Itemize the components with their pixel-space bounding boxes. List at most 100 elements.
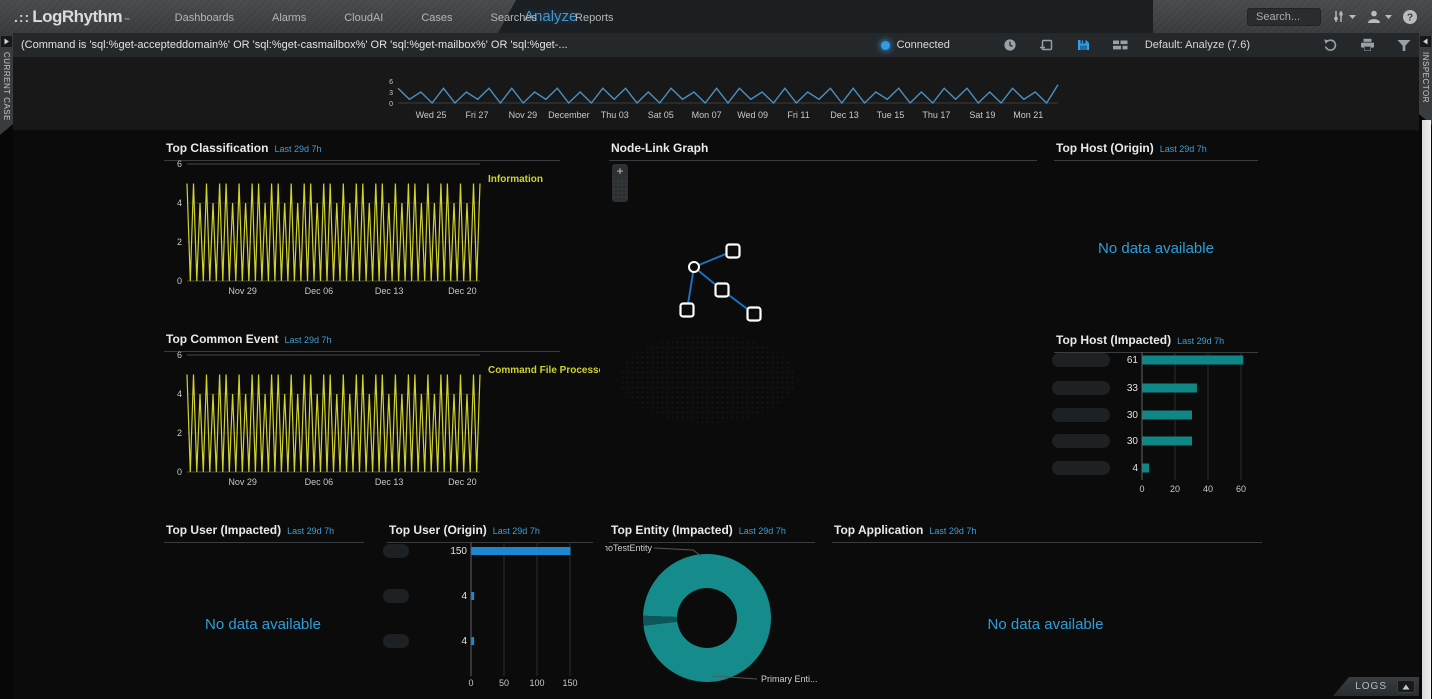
- svg-text:Fri 11: Fri 11: [787, 110, 809, 120]
- widget-range-label: Last 29d 7h: [287, 526, 334, 536]
- add-tab-icon[interactable]: [1039, 38, 1054, 52]
- widget-top-host-origin: Top Host (Origin) Last 29d 7h No data av…: [1050, 138, 1262, 328]
- expand-current-case-button[interactable]: [1, 36, 12, 47]
- svg-text:Nov 29: Nov 29: [228, 286, 257, 296]
- user-menu-icon[interactable]: [1366, 9, 1392, 24]
- widget-top-application: Top Application Last 29d 7h No data avai…: [828, 520, 1263, 698]
- current-case-tab[interactable]: CURRENT CASE: [0, 33, 13, 135]
- widget-top-user-impacted: Top User (Impacted) Last 29d 7h No data …: [160, 520, 366, 698]
- logrhythm-logo: .:: LogRhythm ™: [14, 7, 130, 27]
- svg-text:Fri 27: Fri 27: [465, 110, 488, 120]
- nav-item-dashboards[interactable]: Dashboards: [156, 12, 253, 24]
- svg-text:Sat 19: Sat 19: [969, 110, 995, 120]
- svg-text:Dec 06: Dec 06: [305, 286, 334, 296]
- svg-text:Nov 29: Nov 29: [228, 477, 257, 487]
- svg-text:Dec 06: Dec 06: [305, 477, 334, 487]
- entity-impacted-donut-chart[interactable]: EchoTestEntityPrimary Enti...: [605, 532, 817, 698]
- no-data-message: No data available: [160, 550, 366, 698]
- widget-top-classification: Top Classification Last 29d 7h 6 4 2 0 Nov 2…: [160, 138, 600, 323]
- nav-menu: DashboardsAlarmsCloudAICasesSearchesRepo…: [156, 8, 633, 26]
- nav-item-searches[interactable]: Searches: [472, 12, 556, 24]
- svg-text:Mon 21: Mon 21: [1013, 110, 1043, 120]
- logo-mark-icon: .::: [14, 9, 30, 25]
- nav-item-cases[interactable]: Cases: [402, 12, 471, 24]
- svg-text:Wed 25: Wed 25: [416, 110, 447, 120]
- print-icon[interactable]: [1360, 38, 1375, 52]
- svg-text:Dec 20: Dec 20: [448, 286, 477, 296]
- svg-text:2: 2: [177, 237, 182, 247]
- top-nav-bar: Analyze .:: LogRhythm ™ DashboardsAlarms…: [0, 0, 1432, 33]
- svg-text:4: 4: [1132, 463, 1138, 474]
- inspector-tab[interactable]: INSPECTOR: [1419, 33, 1432, 125]
- svg-text:0: 0: [177, 467, 182, 477]
- widget-top-host-impacted: Top Host (Impacted) Last 29d 7h 02040606…: [1050, 330, 1262, 515]
- layout-name-label[interactable]: Default: Analyze (7.6): [1145, 39, 1250, 51]
- vertical-scrollbar[interactable]: [1422, 120, 1431, 699]
- widget-title: Node-Link Graph: [611, 141, 708, 155]
- left-rail: CURRENT CASE: [0, 33, 13, 699]
- svg-text:Dec 20: Dec 20: [448, 477, 477, 487]
- svg-text:150: 150: [450, 546, 467, 557]
- svg-text:30: 30: [1127, 436, 1139, 447]
- svg-text:Dec 13: Dec 13: [830, 110, 859, 120]
- expand-inspector-button[interactable]: [1420, 36, 1431, 47]
- svg-text:6: 6: [177, 159, 182, 169]
- connection-status-label: Connected: [897, 39, 950, 51]
- svg-text:Wed 09: Wed 09: [737, 110, 768, 120]
- svg-text:4: 4: [461, 591, 467, 602]
- events-timeline-chart[interactable]: 630Wed 25Fri 27Nov 29DecemberThu 03Sat 0…: [368, 76, 1068, 126]
- svg-text:Nov 29: Nov 29: [509, 110, 538, 120]
- nav-item-cloudai[interactable]: CloudAI: [325, 12, 402, 24]
- query-text[interactable]: (Command is 'sql:%get-accepteddomain%' O…: [21, 39, 881, 51]
- widget-node-link-graph: Node-Link Graph +: [605, 138, 1045, 518]
- svg-text:0: 0: [468, 678, 473, 688]
- widget-range-label: Last 29d 7h: [274, 144, 321, 154]
- widget-top-user-origin: Top User (Origin) Last 29d 7h 0501001501…: [383, 520, 595, 698]
- svg-text:30: 30: [1127, 410, 1139, 421]
- layout-icon[interactable]: [1113, 39, 1128, 51]
- widget-title: Top Host (Origin): [1056, 141, 1154, 155]
- widget-range-label: Last 29d 7h: [1160, 144, 1207, 154]
- widget-title: Top User (Origin): [389, 523, 487, 537]
- user-origin-bar-chart[interactable]: 05010015015044: [383, 536, 595, 698]
- svg-text:4: 4: [177, 198, 182, 208]
- nav-item-alarms[interactable]: Alarms: [253, 12, 325, 24]
- svg-text:Dec 13: Dec 13: [375, 286, 404, 296]
- logrhythm-dashboard: Analyze .:: LogRhythm ™ DashboardsAlarms…: [0, 0, 1432, 699]
- nav-item-reports[interactable]: Reports: [556, 12, 633, 24]
- logs-label: LOGS: [1355, 681, 1387, 692]
- svg-text:6: 6: [177, 350, 182, 360]
- svg-text:0: 0: [177, 276, 182, 286]
- classification-line-chart[interactable]: 6 4 2 0 Nov 29 Dec 06 Dec 13 Dec 20 Information: [160, 156, 600, 306]
- logs-tab[interactable]: LOGS: [1333, 677, 1419, 696]
- svg-text:4: 4: [177, 389, 182, 399]
- widget-title: Top Classification: [166, 141, 268, 155]
- common-event-line-chart[interactable]: 6420Nov 29Dec 06Dec 13Dec 20Command File…: [160, 347, 600, 497]
- save-icon[interactable]: [1076, 38, 1091, 52]
- svg-text:Information: Information: [488, 174, 543, 185]
- svg-text:61: 61: [1127, 355, 1139, 366]
- svg-text:Thu 17: Thu 17: [922, 110, 950, 120]
- search-input[interactable]: Search...: [1247, 8, 1321, 26]
- svg-text:Command File Processed ...: Command File Processed ...: [488, 365, 600, 376]
- undo-icon[interactable]: [1323, 38, 1338, 52]
- filter-bar: (Command is 'sql:%get-accepteddomain%' O…: [13, 33, 1419, 58]
- widget-title: Top Common Event: [166, 332, 278, 346]
- time-range-icon[interactable]: [1003, 38, 1017, 52]
- settings-sliders-icon[interactable]: [1331, 9, 1356, 24]
- widget-range-label: Last 29d 7h: [493, 526, 540, 536]
- inspector-label: INSPECTOR: [1421, 52, 1430, 103]
- no-data-message: No data available: [1050, 168, 1262, 328]
- filter-icon[interactable]: [1397, 39, 1411, 52]
- no-data-message: No data available: [828, 550, 1263, 698]
- help-icon[interactable]: ?: [1402, 9, 1418, 25]
- svg-text:150: 150: [562, 678, 577, 688]
- expand-logs-button[interactable]: [1397, 680, 1415, 693]
- host-impacted-bar-chart[interactable]: 0204060613330304: [1050, 346, 1262, 514]
- svg-text:33: 33: [1127, 383, 1139, 394]
- widget-range-label: Last 29d 7h: [929, 526, 976, 536]
- svg-text:0: 0: [1139, 484, 1144, 494]
- svg-text:2: 2: [177, 428, 182, 438]
- current-case-label: CURRENT CASE: [2, 52, 11, 121]
- node-link-canvas[interactable]: [605, 158, 1045, 518]
